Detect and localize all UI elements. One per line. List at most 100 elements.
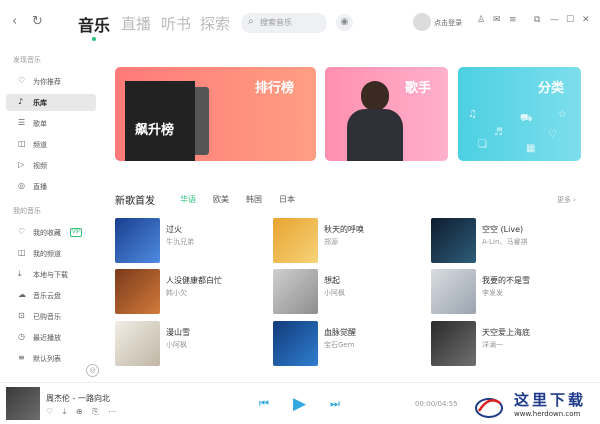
video-icon: ▷ (18, 160, 25, 169)
search-placeholder: 搜索音乐 (260, 18, 292, 27)
sidebar-item-local-download[interactable]: ⤓ 本地与下载 (6, 266, 96, 283)
sidebar-item-live[interactable]: ◎ 直播 (6, 178, 96, 195)
skin-icon[interactable]: ♙ (477, 15, 485, 25)
more-link[interactable]: 更多 › (557, 195, 576, 205)
car-icon: ⛟ (520, 113, 533, 124)
song-cover (431, 321, 476, 366)
song-cover (115, 269, 160, 314)
banner-singers[interactable]: 歌手 (325, 67, 448, 161)
tab-live[interactable]: 直播 (121, 13, 151, 34)
song-title: 血脉觉醒 (324, 328, 356, 337)
refresh-icon[interactable]: ↻ (32, 14, 43, 29)
add-icon[interactable]: ⊕ (76, 407, 83, 416)
minimize-icon[interactable]: — (550, 15, 559, 25)
clock-icon: ◷ (18, 332, 25, 341)
play-icon[interactable]: ▶ (293, 394, 306, 414)
album-cover-label: 飙升榜 (135, 123, 175, 138)
calendar-icon: ▦ (526, 143, 536, 154)
list-item[interactable]: 我要的不是雪 李发发 (431, 269, 581, 314)
song-artist[interactable]: 牛氿兄弟 (166, 237, 194, 247)
radio-icon: ◫ (18, 139, 26, 148)
list-item[interactable]: 血脉觉醒 宝石Gem (273, 321, 423, 366)
next-icon[interactable]: ⏭ (330, 397, 340, 411)
search-input[interactable]: ⌕ 搜索音乐 (241, 13, 327, 33)
sidebar-item-label: 直播 (33, 183, 47, 191)
song-artist[interactable]: 洋澜一 (482, 340, 503, 350)
sidebar-item-recent[interactable]: ◷ 最近播放 (6, 329, 96, 346)
sidebar-item-label: 我的收藏 (33, 229, 61, 237)
list-item[interactable]: 漫山雪 小阿枫 (115, 321, 265, 366)
banner-charts[interactable]: 飙升榜 排行榜 (115, 67, 316, 161)
song-artist[interactable]: 郑源 (324, 237, 338, 247)
tab-audiobook[interactable]: 听书 (161, 13, 191, 34)
sidebar-item-recommend[interactable]: ♡ 为你推荐 (6, 73, 96, 90)
tab-chinese[interactable]: 华语 (180, 194, 196, 205)
playback-time: 00:00/04:55 (415, 400, 458, 408)
sidebar-item-label: 默认列表 (33, 355, 61, 363)
login-link[interactable]: 点击登录 (434, 18, 462, 28)
banner-categories[interactable]: 分类 ♫ ♬ ⛟ ♡ ❏ ▦ ☆ (458, 67, 581, 161)
list-item[interactable]: 过火 牛氿兄弟 (115, 218, 265, 263)
song-artist[interactable]: 宝石Gem (324, 340, 355, 350)
back-arrow-icon[interactable]: ‹ (12, 14, 17, 29)
menu-icon[interactable]: ≡ (509, 15, 517, 25)
song-title: 我要的不是雪 (482, 276, 530, 285)
sidebar-item-label: 音乐云盘 (33, 292, 61, 300)
sidebar: 发现音乐 ♡ 为你推荐 ♪ 乐库 ☰ 歌单 ◫ 频道 ▷ 视频 ◎ 直播 我的音… (0, 46, 104, 382)
playlist-icon: ☰ (18, 118, 26, 127)
sidebar-item-cloud[interactable]: ☁ 音乐云盘 (6, 287, 96, 304)
more-icon[interactable]: ⋯ (108, 407, 116, 416)
now-playing-title[interactable]: 周杰伦 - 一路向北 (46, 393, 110, 404)
list-item[interactable]: 人没健康都白忙 韩小欠 (115, 269, 265, 314)
singer-head (361, 81, 389, 111)
watermark-logo-icon (475, 398, 503, 418)
sidebar-item-videos[interactable]: ▷ 视频 (6, 157, 96, 174)
sidebar-item-channels[interactable]: ◫ 频道 (6, 136, 96, 153)
song-title: 过火 (166, 225, 182, 234)
tab-western[interactable]: 欧美 (213, 194, 229, 205)
list-item[interactable]: 空空 (Live) A-Lin、马睿祺 (431, 218, 581, 263)
song-artist[interactable]: 小阿枫 (324, 288, 345, 298)
share-icon[interactable]: ⎘ (92, 407, 98, 416)
sidebar-item-label: 乐库 (33, 99, 47, 107)
list-item[interactable]: 想起 小阿枫 (273, 269, 423, 314)
tab-japanese[interactable]: 日本 (279, 194, 295, 205)
locate-playing-icon[interactable]: ◎ (86, 364, 99, 377)
sidebar-item-library[interactable]: ♪ 乐库 (6, 94, 96, 111)
list-item[interactable]: 天空爱上海底 洋澜一 (431, 321, 581, 366)
song-artist[interactable]: 李发发 (482, 288, 503, 298)
active-tab-indicator (92, 37, 96, 41)
list-item[interactable]: 秋天的呼唤 郑源 (273, 218, 423, 263)
previous-icon[interactable]: ⏮ (259, 397, 269, 411)
song-artist[interactable]: A-Lin、马睿祺 (482, 237, 527, 247)
like-icon[interactable]: ♡ (46, 407, 53, 416)
live-icon: ◎ (18, 181, 25, 190)
song-cover (115, 218, 160, 263)
download-icon[interactable]: ⤓ (63, 407, 67, 416)
sidebar-item-purchased[interactable]: ⊡ 已购音乐 (6, 308, 96, 325)
sidebar-item-playlists[interactable]: ☰ 歌单 (6, 115, 96, 132)
heart-icon: ♡ (548, 129, 557, 140)
maximize-icon[interactable]: ☐ (566, 15, 574, 25)
player-actions: ♡ ⤓ ⊕ ⎘ ⋯ (46, 407, 123, 417)
mail-icon[interactable]: ✉ (493, 15, 501, 25)
book-icon: ❏ (478, 139, 487, 150)
song-artist[interactable]: 韩小欠 (166, 288, 187, 298)
avatar[interactable] (413, 13, 431, 31)
close-icon[interactable]: ✕ (582, 15, 590, 25)
tab-explore[interactable]: 探索 (200, 13, 230, 34)
sidebar-item-label: 歌单 (33, 120, 47, 128)
sidebar-item-my-channels[interactable]: ◫ 我的频道 (6, 245, 96, 262)
mini-mode-icon[interactable]: ⧉ (534, 15, 540, 25)
album-cover: 飙升榜 (125, 81, 195, 161)
voice-search-icon[interactable]: ◉ (336, 14, 353, 31)
watermark-url: www.herdown.com (514, 410, 581, 418)
sidebar-item-favorites[interactable]: ♡ 我的收藏 VIP (6, 224, 96, 241)
tab-music[interactable]: 音乐 (78, 12, 110, 36)
sidebar-item-default-list[interactable]: ≡ 默认列表 (6, 350, 96, 367)
sidebar-item-label: 视频 (33, 162, 47, 170)
now-playing-cover[interactable] (6, 387, 40, 420)
tab-korean[interactable]: 韩国 (246, 194, 262, 205)
song-artist[interactable]: 小阿枫 (166, 340, 187, 350)
watermark-text: 这里下载 (514, 391, 587, 409)
